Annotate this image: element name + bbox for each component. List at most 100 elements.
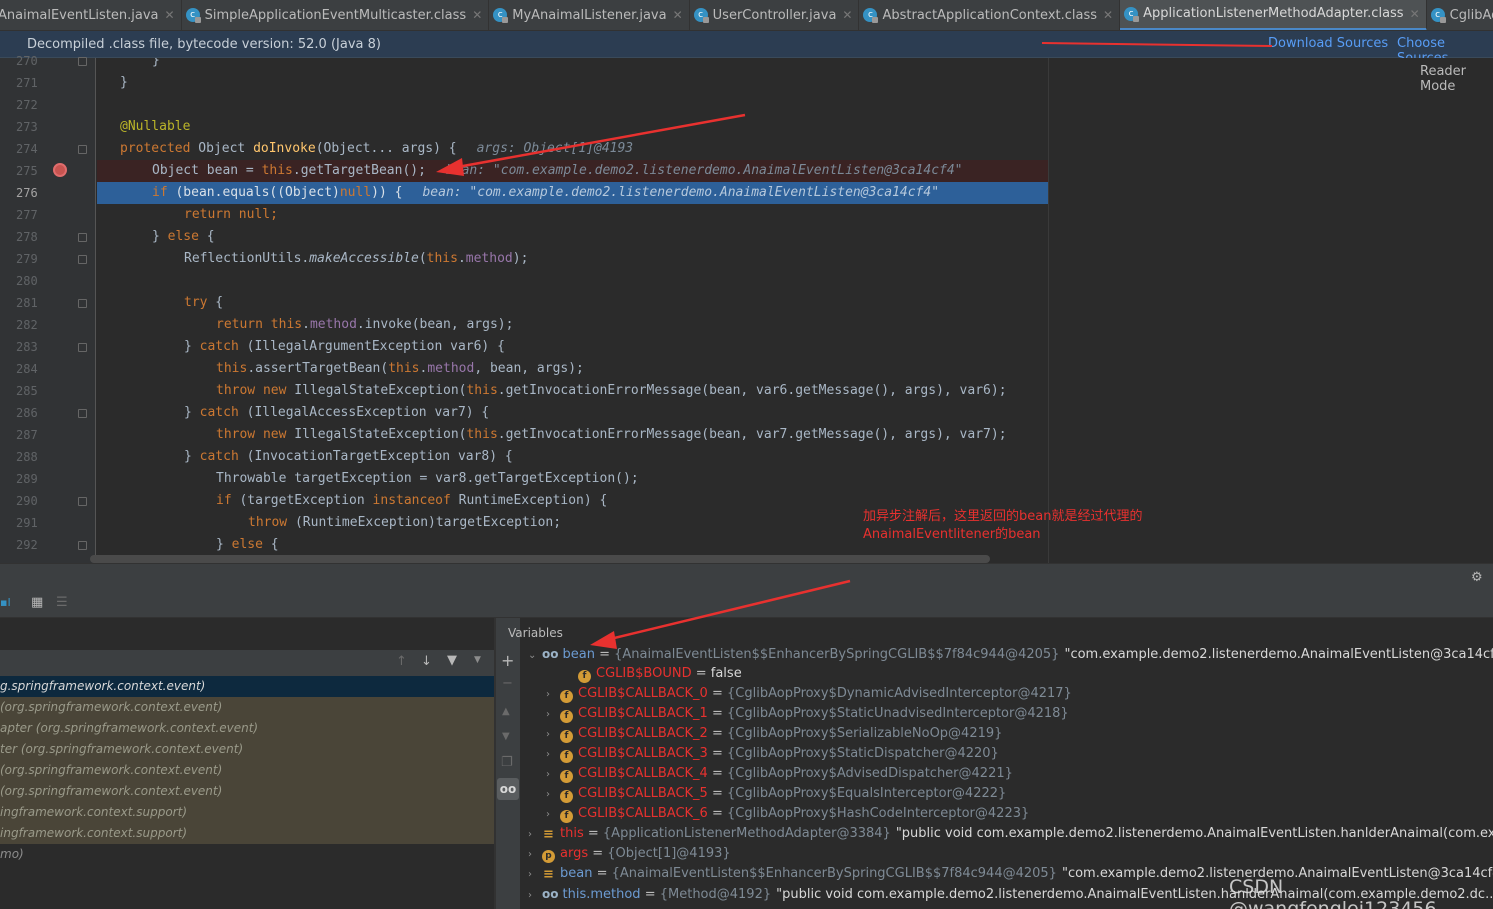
variable-row[interactable]: › f CGLIB$CALLBACK_4 = {CglibAopProxy$Advi… [546,764,1013,784]
code-editor[interactable]: } } @Nullable protected Object doInvoke(… [97,58,1048,563]
stack-frame-row[interactable]: (org.springframework.context.event) [0,697,494,718]
variable-row[interactable]: › f CGLIB$CALLBACK_3 = {CglibAopProxy$Stat… [546,744,999,764]
tab-anaimal-event-listen[interactable]: AnaimalEventListen.java ✕ [0,0,182,30]
variable-row[interactable]: › f CGLIB$CALLBACK_0 = {CglibAopProxy$Dyna… [546,684,1072,704]
stack-frame-row[interactable]: ingframework.context.support) [0,802,494,823]
expand-arrow-icon[interactable]: › [546,805,560,825]
variable-type: {CglibAopProxy$SerializableNoOp@4219} [727,726,1003,741]
step-icon[interactable]: ▪I [0,596,11,609]
variable-name: CGLIB$CALLBACK_1 [578,706,708,721]
fold-marker-icon[interactable] [78,343,87,352]
expand-arrow-icon[interactable]: › [546,745,560,765]
stack-frame-row[interactable]: (org.springframework.context.event) [0,760,494,781]
tab-listener-method-adapter[interactable]: c ApplicationListenerMethodAdapter.class ✕ [1120,0,1427,30]
fold-marker-icon[interactable] [78,299,87,308]
code-keyword: throw new [216,383,287,398]
expand-arrow-icon[interactable]: › [546,705,560,725]
stack-frame-row[interactable]: (org.springframework.context.event) [0,781,494,802]
expand-arrow-icon[interactable]: › [528,825,542,845]
class-file-icon: c [493,8,509,23]
stack-frame-row[interactable]: mo) [0,844,494,865]
code-keyword: this [426,251,458,266]
expand-arrow-icon[interactable]: › [546,685,560,705]
line-number: 280 [16,274,38,288]
layout-icon[interactable]: ☰ [56,595,68,610]
line-number: 270 [16,54,38,68]
tab-simple-multicaster[interactable]: c SimpleApplicationEventMulticaster.class… [182,0,490,30]
add-icon[interactable]: + [501,651,514,670]
watch-glasses-icon[interactable]: oo [497,778,519,800]
gear-icon[interactable]: ⚙ [1471,570,1483,585]
code-keyword: this [466,383,498,398]
variable-row[interactable]: › p args = {Object[1]@4193} [528,844,731,864]
close-icon[interactable]: ✕ [472,8,482,22]
variable-value: false [710,666,742,681]
close-icon[interactable]: ✕ [673,8,683,22]
expand-arrow-icon[interactable]: › [546,725,560,745]
variable-name: this [560,826,584,841]
fold-marker-icon[interactable] [78,57,87,66]
variable-row[interactable]: › f CGLIB$CALLBACK_5 = {CglibAopProxy$Equa… [546,784,1006,804]
editor-gutter: 270 271 272 273 274 275 276 277 278 279 280 281 282 2… [0,54,111,563]
variable-row[interactable]: › f CGLIB$CALLBACK_2 = {CglibAopProxy$Seri… [546,724,1002,744]
code-line-276-current: if (bean.equals((Object)null)) {bean: "c… [97,182,1048,204]
table-icon[interactable]: ▦ [31,595,43,610]
arrow-down-icon[interactable]: ↓ [421,654,432,669]
stack-frame-row[interactable]: ingframework.context.support) [0,823,494,844]
fold-marker-icon[interactable] [78,255,87,264]
reader-mode-toggle[interactable]: Reader Mode [1420,64,1493,94]
filter-icon[interactable]: ▼ [447,653,457,668]
copy-icon[interactable]: ❐ [501,755,513,770]
horizontal-scrollbar[interactable] [90,555,990,563]
variable-row[interactable]: › ≡ this = {ApplicationListenerMethodAdapt… [528,824,1493,844]
method-name: doInvoke [253,141,316,156]
equals-sign: = [588,846,608,861]
code-text: (Object... args) { [315,141,457,156]
fold-marker-icon[interactable] [78,409,87,418]
tab-abstract-context[interactable]: c AbstractApplicationContext.class ✕ [859,0,1121,30]
stack-frame-row[interactable]: apter (org.springframework.context.event… [0,718,494,739]
fold-marker-icon[interactable] [78,497,87,506]
expand-arrow-icon[interactable]: › [528,865,542,885]
variable-row[interactable]: ⌄ oo bean = {AnaimalEventListen$$EnhancerB… [528,644,1493,664]
tab-label: CglibAopProxy.class [1449,7,1493,23]
chevron-down-icon[interactable]: ▼ [474,655,481,665]
tab-user-controller[interactable]: c UserController.java ✕ [690,0,860,30]
variable-row[interactable]: f CGLIB$BOUND = false [564,664,742,684]
tab-label: SimpleApplicationEventMulticaster.class [204,7,467,23]
download-sources-link[interactable]: Download Sources [1268,36,1388,51]
arrow-up-icon[interactable]: ↑ [396,654,407,669]
move-up-icon[interactable]: ▲ [502,706,510,717]
variable-row[interactable]: › f CGLIB$CALLBACK_1 = {CglibAopProxy$Stat… [546,704,1069,724]
variable-icon: ≡ [543,827,554,842]
close-icon[interactable]: ✕ [1410,7,1420,21]
expand-arrow-icon[interactable]: › [528,886,542,906]
expand-arrow-icon[interactable]: › [528,845,542,865]
breakpoint-icon[interactable] [53,163,67,177]
fold-marker-icon[interactable] [78,233,87,242]
move-down-icon[interactable]: ▼ [502,731,510,742]
stack-frame-row[interactable]: g.springframework.context.event) [0,676,494,697]
annotation-nullable: @Nullable [120,119,191,134]
annotation-line: 加异步注解后，这里返回的bean就是经过代理的 [863,509,1143,524]
close-icon[interactable]: ✕ [1103,8,1113,22]
fold-marker-icon[interactable] [78,145,87,154]
stack-frame-row[interactable]: ter (org.springframework.context.event) [0,739,494,760]
code-text: ); [512,251,529,266]
expand-arrow-icon[interactable]: › [546,765,560,785]
variable-type: {AnaimalEventListen$$EnhancerBySpringCGL… [614,647,1060,662]
fold-marker-icon[interactable] [78,541,87,550]
close-icon[interactable]: ✕ [165,8,175,22]
code-text: } [184,339,200,354]
variable-value: "public void com.example.demo2.listenerd… [895,826,1493,841]
tab-cglib-aop-proxy[interactable]: cCglibAopProxy.class✕ [1427,0,1493,30]
expand-arrow-icon[interactable]: ⌄ [528,646,542,666]
variable-row[interactable]: › f CGLIB$CALLBACK_6 = {CglibAopProxy$Hash… [546,804,1029,824]
expand-arrow-icon[interactable]: › [546,785,560,805]
tab-my-anaimal-listener[interactable]: c MyAnaimalListener.java ✕ [489,0,690,30]
code-text: { [207,295,224,310]
close-icon[interactable]: ✕ [842,8,852,22]
equals-sign: = [594,647,615,662]
minus-icon[interactable]: − [502,676,513,691]
code-text: Throwable targetException = var8.getTarg… [216,471,639,486]
